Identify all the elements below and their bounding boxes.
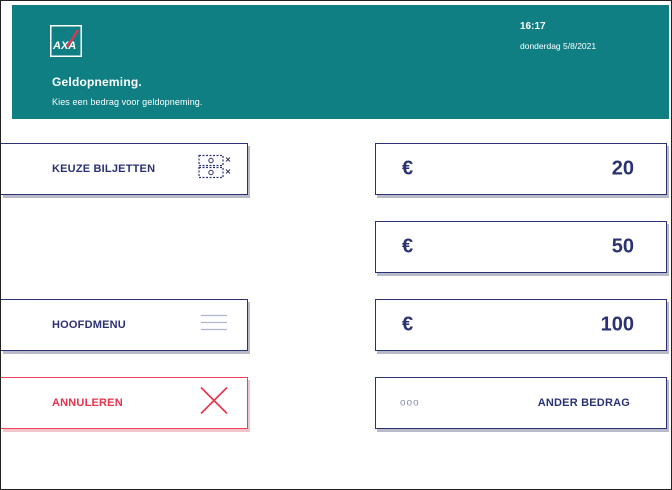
amount-100-button[interactable]: € 100 bbox=[375, 299, 667, 351]
page-subtitle: Kies een bedrag voor geldopneming. bbox=[52, 97, 203, 107]
annuleren-label: ANNULEREN bbox=[52, 397, 123, 409]
banknotes-icon bbox=[197, 154, 233, 185]
keuze-biljetten-label: KEUZE BILJETTEN bbox=[52, 163, 156, 175]
currency-symbol: € bbox=[402, 235, 414, 258]
currency-symbol: € bbox=[402, 157, 414, 180]
keuze-biljetten-button[interactable]: KEUZE BILJETTEN bbox=[1, 143, 248, 195]
amount-value: 50 bbox=[611, 235, 634, 258]
currency-symbol: € bbox=[402, 313, 414, 336]
svg-text:AXA: AXA bbox=[52, 40, 76, 52]
amount-50-button[interactable]: € 50 bbox=[375, 221, 667, 273]
atm-screen: AXA Geldopneming. Kies een bedrag voor g… bbox=[0, 0, 672, 490]
ander-bedrag-button[interactable]: ooo ANDER BEDRAG bbox=[375, 377, 667, 429]
annuleren-button[interactable]: ANNULEREN bbox=[1, 377, 248, 429]
clock-date: donderdag 5/8/2021 bbox=[520, 41, 597, 51]
amount-value: 100 bbox=[600, 313, 634, 336]
axa-logo: AXA bbox=[50, 25, 82, 57]
menu-icon bbox=[199, 313, 229, 338]
hoofdmenu-label: HOOFDMENU bbox=[52, 319, 126, 331]
header: AXA Geldopneming. Kies een bedrag voor g… bbox=[12, 5, 669, 119]
clock-time: 16:17 bbox=[520, 21, 546, 32]
close-icon bbox=[197, 384, 231, 423]
ander-bedrag-label: ANDER BEDRAG bbox=[537, 397, 630, 409]
hoofdmenu-button[interactable]: HOOFDMENU bbox=[1, 299, 248, 351]
amount-20-button[interactable]: € 20 bbox=[375, 143, 667, 195]
page-title: Geldopneming. bbox=[52, 75, 142, 89]
amount-value: 20 bbox=[611, 157, 634, 180]
more-dots-icon: ooo bbox=[400, 397, 420, 409]
